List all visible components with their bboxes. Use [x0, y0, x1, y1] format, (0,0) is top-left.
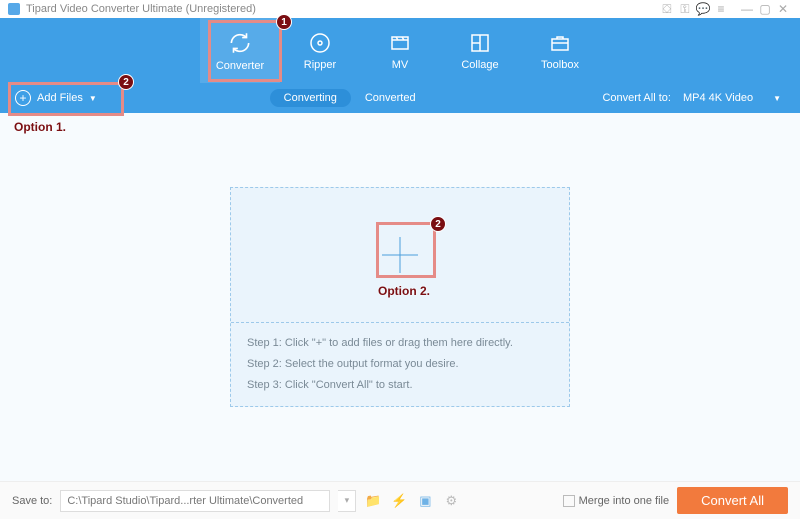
subbar: + Add Files ▼ Converting Converted Conve… — [0, 83, 800, 113]
gpu-icon[interactable]: ▣ — [416, 492, 434, 510]
output-format-dropdown[interactable]: MP4 4K Video ▼ — [679, 90, 785, 106]
tab-converter-label: Converter — [216, 60, 264, 72]
open-folder-icon[interactable]: 📁 — [364, 492, 382, 510]
chevron-down-icon: ▼ — [89, 94, 97, 103]
instruction-step-3: Step 3: Click "Convert All" to start. — [247, 375, 553, 396]
instruction-step-2: Step 2: Select the output format you des… — [247, 354, 553, 375]
add-files-label: Add Files — [37, 92, 83, 104]
app-logo-icon — [8, 3, 20, 15]
instruction-step-1: Step 1: Click "+" to add files or drag t… — [247, 333, 553, 354]
menu-icon[interactable]: ≡ — [712, 2, 730, 16]
tab-converting[interactable]: Converting — [270, 89, 351, 107]
drop-zone-top[interactable] — [231, 188, 569, 322]
tab-converted[interactable]: Converted — [351, 89, 430, 107]
feedback-icon[interactable]: 💬 — [694, 2, 712, 16]
app-title: Tipard Video Converter Ultimate (Unregis… — [26, 3, 256, 15]
tab-mv-label: MV — [392, 59, 409, 71]
settings-gear-icon[interactable]: ⚙ — [442, 492, 460, 510]
app-window: Tipard Video Converter Ultimate (Unregis… — [0, 0, 800, 519]
checkbox-icon — [563, 495, 575, 507]
tab-collage[interactable]: Collage — [440, 18, 520, 83]
convert-all-button[interactable]: Convert All — [677, 487, 788, 514]
selected-format: MP4 4K Video — [683, 92, 753, 104]
tab-collage-label: Collage — [461, 59, 498, 71]
titlebar: Tipard Video Converter Ultimate (Unregis… — [0, 0, 800, 18]
main-area: Step 1: Click "+" to add files or drag t… — [0, 113, 800, 481]
merge-label: Merge into one file — [579, 495, 670, 507]
toolbox-icon — [548, 31, 572, 55]
maximize-icon[interactable]: ▢ — [756, 2, 774, 16]
save-path-dropdown[interactable]: ▾ — [338, 490, 356, 512]
main-tabs: Converter Ripper MV Collage Toolbox — [0, 18, 800, 83]
save-path-field[interactable]: C:\Tipard Studio\Tipard...rter Ultimate\… — [60, 490, 330, 512]
speed-off-icon[interactable]: ⚡ — [390, 492, 408, 510]
ripper-icon — [308, 31, 332, 55]
cart-icon[interactable]: ⛋ — [658, 2, 676, 17]
save-to-label: Save to: — [12, 495, 52, 507]
tab-toolbox-label: Toolbox — [541, 59, 579, 71]
plus-icon[interactable] — [382, 237, 418, 273]
close-icon[interactable]: ✕ — [774, 2, 792, 16]
bottom-bar: Save to: C:\Tipard Studio\Tipard...rter … — [0, 481, 800, 519]
plus-circle-icon: + — [15, 90, 31, 106]
collage-icon — [468, 31, 492, 55]
key-icon[interactable]: ⚿ — [676, 2, 694, 17]
minimize-icon[interactable]: — — [738, 2, 756, 16]
chevron-down-icon: ▼ — [773, 94, 781, 103]
tab-mv[interactable]: MV — [360, 18, 440, 83]
tab-ripper-label: Ripper — [304, 59, 336, 71]
tab-toolbox[interactable]: Toolbox — [520, 18, 600, 83]
instructions: Step 1: Click "+" to add files or drag t… — [231, 322, 569, 406]
add-files-button[interactable]: + Add Files ▼ — [15, 90, 97, 106]
drop-zone[interactable]: Step 1: Click "+" to add files or drag t… — [230, 187, 570, 407]
tab-converter[interactable]: Converter — [200, 18, 280, 83]
mv-icon — [388, 31, 412, 55]
tab-ripper[interactable]: Ripper — [280, 18, 360, 83]
merge-checkbox[interactable]: Merge into one file — [563, 495, 670, 507]
converter-icon — [227, 30, 253, 56]
status-tabs: Converting Converted — [97, 89, 603, 107]
convert-all-to-label: Convert All to: — [602, 92, 670, 104]
